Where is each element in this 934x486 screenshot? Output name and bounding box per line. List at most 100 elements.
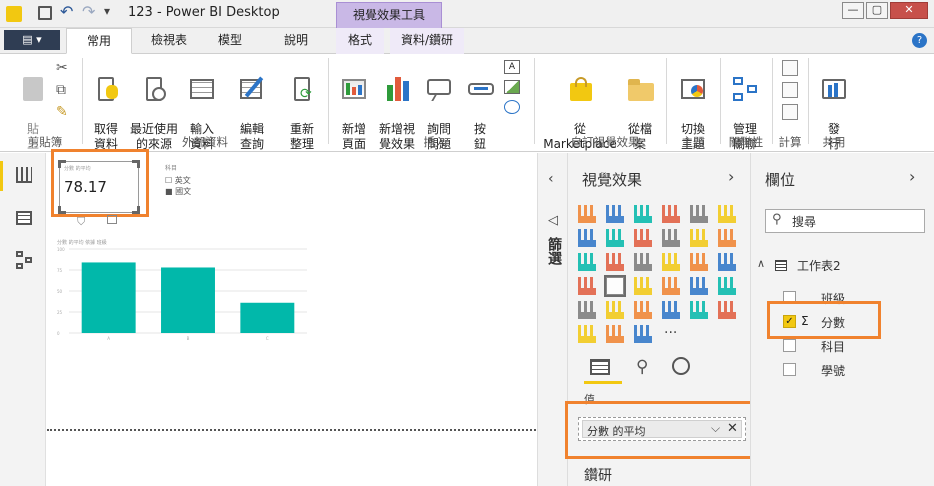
new-page-button[interactable]: 新增 頁面 [334,60,374,152]
powerbi-logo-icon [6,6,22,22]
format-paint-roller-icon[interactable]: ⚲ [636,357,648,377]
close-button[interactable]: ✕ [890,2,928,19]
get-data-button[interactable]: 取得 資料 [86,60,126,152]
save-icon[interactable] [38,6,52,20]
visual-type-icon[interactable] [690,277,708,295]
visual-type-icon[interactable] [662,253,680,271]
image-icon[interactable] [504,80,520,94]
visual-type-icon[interactable] [578,229,596,247]
redo-icon[interactable]: ↷ [82,2,95,21]
visual-type-icon[interactable] [718,253,736,271]
visual-type-icon[interactable] [690,253,708,271]
filters-pane-collapsed[interactable]: ‹ ◁ 篩選 [537,153,567,486]
visual-type-icon[interactable] [634,205,652,223]
report-view-selected-bar [0,161,3,191]
field-checkbox[interactable] [783,363,796,376]
calculations-group-label: 計算 [778,135,802,149]
visual-type-icon[interactable] [578,253,596,271]
visual-type-icon[interactable] [690,205,708,223]
remove-field-icon[interactable]: ✕ [727,421,738,436]
visual-type-icon[interactable] [604,275,626,297]
analytics-magnifier-icon[interactable] [672,357,690,375]
folder-icon [626,75,654,103]
new-column-icon[interactable] [782,82,798,98]
visual-type-icon[interactable] [690,301,708,319]
visual-type-icon[interactable] [662,301,680,319]
visual-type-icon[interactable] [606,325,624,343]
visual-type-icon[interactable] [718,301,736,319]
filter-visual-icon[interactable]: ⛉ [77,215,85,229]
textbox-icon[interactable]: A [504,60,520,74]
refresh-button[interactable]: ⟳ 重新 整理 [282,60,322,152]
x-tick-label: C [266,336,269,341]
visual-type-icon[interactable] [578,301,596,319]
tab-help[interactable]: 說明 [272,28,320,54]
table-expand-icon[interactable]: ∧ [757,257,765,270]
bar[interactable] [81,262,136,333]
values-field-well[interactable]: 分數 的平均 ⌵ ✕ [578,417,746,441]
report-canvas[interactable]: 分數 的平均 78.17 ⛉ 科目 ☐ 英文 ■ 國文 分數 的平均 依據 班級… [47,149,536,486]
report-view-icon[interactable] [16,167,32,183]
card-highlight [51,149,149,217]
slicer-visual[interactable]: 科目 ☐ 英文 ■ 國文 [165,163,225,203]
viz-pane-expand-icon[interactable]: › [728,167,734,186]
visual-type-icon[interactable] [634,301,652,319]
new-page-icon [340,75,368,103]
cut-icon[interactable]: ✂ [56,60,68,76]
visual-type-icon[interactable] [634,325,652,343]
minimize-button[interactable]: — [842,2,864,19]
visual-type-icon[interactable] [662,205,680,223]
fields-tab-icon[interactable] [590,359,610,375]
fields-pane-expand-icon[interactable]: › [909,167,915,186]
visual-type-icon[interactable] [662,277,680,295]
table-name[interactable]: 工作表2 [797,257,841,274]
visual-type-icon[interactable] [578,277,596,295]
visual-type-icon[interactable] [718,205,736,223]
visual-type-icon[interactable] [578,205,596,223]
field-item[interactable]: 學號 [751,359,934,381]
field-checkbox[interactable] [783,339,796,352]
tab-data-drill[interactable]: 資料/鑽研 [390,28,464,54]
bar[interactable] [161,267,215,333]
tab-view[interactable]: 檢視表 [138,28,200,54]
visual-type-icon[interactable] [606,253,624,271]
field-well-dropdown-icon[interactable]: ⌵ [711,421,720,436]
visual-type-icon[interactable] [606,205,624,223]
data-view-icon[interactable] [16,211,32,225]
slicer-checkbox[interactable]: ☐ [165,176,175,185]
customize-toolbar-icon[interactable]: ▾ [104,4,110,18]
fields-search-box[interactable]: ⚲ 搜尋 [765,209,925,233]
focus-mode-icon[interactable] [107,215,117,224]
visual-type-icon[interactable] [662,229,680,247]
visual-type-icon[interactable] [718,277,736,295]
file-menu-button[interactable]: ▤ ▾ [4,30,60,50]
visual-type-icon[interactable] [718,229,736,247]
more-visuals-icon[interactable]: ··· [664,325,677,341]
bar[interactable] [240,302,295,333]
tab-home[interactable]: 常用 [66,28,132,54]
help-icon[interactable]: ? [912,33,927,48]
fields-pane: 欄位 › ⚲ 搜尋 ∧ 工作表2 班級 ✓ Σ 分數 科目 學號 [750,153,934,486]
title-bar: ↶ ↷ ▾ 123 - Power BI Desktop 視覺效果工具 — ▢ … [0,0,934,28]
visual-type-icon[interactable] [690,229,708,247]
visual-type-icon[interactable] [634,253,652,271]
visual-type-icon[interactable] [634,229,652,247]
bar-chart[interactable]: 0 25 50 75 100 A B C [55,245,317,345]
undo-icon[interactable]: ↶ [60,2,73,21]
visual-type-icon[interactable] [634,277,652,295]
model-view-icon[interactable] [16,251,32,269]
new-measure-icon[interactable] [782,60,798,76]
new-table-icon[interactable] [782,104,798,120]
tab-format[interactable]: 格式 [336,28,384,54]
visual-type-icon[interactable] [606,301,624,319]
field-well-item[interactable]: 分數 的平均 ⌵ ✕ [582,420,742,438]
copy-icon[interactable]: ⧉ [56,82,66,98]
restore-button[interactable]: ▢ [866,2,888,19]
shapes-icon[interactable] [504,100,520,114]
tab-modeling[interactable]: 模型 [206,28,254,54]
visual-type-icon[interactable] [578,325,596,343]
format-painter-icon[interactable]: ✎ [56,104,68,120]
collapse-viz-arrow-icon[interactable]: ‹ [548,171,554,187]
visual-type-icon[interactable] [606,229,624,247]
slicer-checkbox[interactable]: ■ [165,187,175,196]
